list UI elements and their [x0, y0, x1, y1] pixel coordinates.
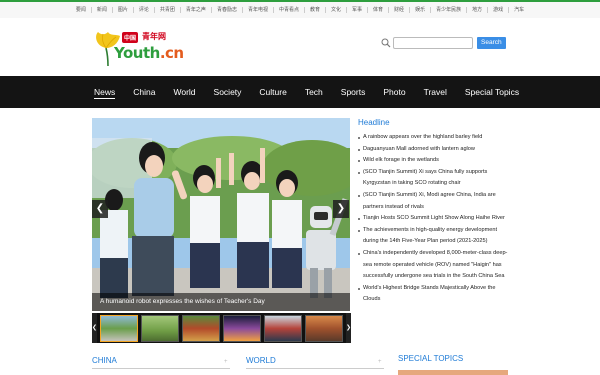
- top-link[interactable]: 图片: [113, 7, 134, 13]
- main-nav: News China World Society Culture Tech Sports Ph…: [0, 76, 600, 108]
- hero-carousel[interactable]: A humanoid robot expresses the wishes of…: [92, 118, 350, 311]
- headline-item[interactable]: The achievements in high-quality energy …: [358, 225, 508, 248]
- top-link[interactable]: 体育: [368, 7, 390, 13]
- nav-item-culture[interactable]: Culture: [259, 76, 286, 108]
- special-topics-banner[interactable]: [398, 370, 508, 375]
- nav-item-sports[interactable]: Sports: [341, 76, 366, 108]
- nav-item-world[interactable]: World: [173, 76, 195, 108]
- china-divider: [92, 368, 230, 369]
- thumbnail[interactable]: [305, 314, 344, 342]
- nav-item-travel[interactable]: Travel: [424, 76, 447, 108]
- top-link[interactable]: 中青看点: [274, 7, 305, 13]
- top-link[interactable]: 青年电视: [243, 7, 274, 13]
- top-link-list: 要闻 新闻 图片 评论 共青团 青年之声 青春励志 青年电视 中青看点 教育 文化 军事 体育 财经 娱乐青…: [0, 2, 600, 18]
- section-title-special-topics[interactable]: SPECIAL TOPICS: [398, 354, 463, 363]
- top-link[interactable]: 新闻: [92, 7, 113, 13]
- carousel-next-button[interactable]: ❯: [333, 200, 349, 218]
- nav-item-special-topics[interactable]: Special Topics: [465, 76, 519, 108]
- section-title-world[interactable]: WORLD: [246, 356, 276, 365]
- headline-item[interactable]: (SCO Tianjin Summit) Xi, Modi agree Chin…: [358, 190, 508, 213]
- headline-panel: Headline A rainbow appears over the high…: [358, 118, 508, 306]
- top-link[interactable]: 青年之声: [181, 7, 212, 13]
- top-link[interactable]: 共青团: [155, 7, 181, 13]
- thumbnail[interactable]: [141, 314, 180, 342]
- nav-item-photo[interactable]: Photo: [383, 76, 405, 108]
- site-header: 中国 青年网 Youth.cn Search: [0, 18, 600, 75]
- china-more-icon[interactable]: +: [224, 359, 228, 365]
- top-link[interactable]: 评论: [134, 7, 155, 13]
- thumbnail-list: [97, 314, 346, 342]
- top-link-bar: 要闻 新闻 图片 评论 共青团 青年之声 青春励志 青年电视 中青看点 教育 文化 军事 体育 财经 娱乐青…: [0, 0, 600, 18]
- headline-item[interactable]: Daguanyuan Mall adorned with lantern agl…: [358, 144, 508, 156]
- hero-caption[interactable]: A humanoid robot expresses the wishes of…: [92, 293, 350, 311]
- thumbnail[interactable]: [223, 314, 262, 342]
- headline-list: A rainbow appears over the highland barl…: [358, 132, 508, 306]
- thumbs-next-button[interactable]: ❯: [346, 313, 352, 343]
- site-logo[interactable]: 中国 青年网 Youth.cn: [92, 28, 184, 72]
- thumbnail[interactable]: [100, 314, 139, 342]
- world-more-icon[interactable]: +: [378, 359, 382, 365]
- top-link[interactable]: 军事: [347, 7, 369, 13]
- nav-item-tech[interactable]: Tech: [305, 76, 323, 108]
- world-divider: [246, 368, 384, 369]
- search-box: Search: [381, 36, 506, 50]
- nav-item-news[interactable]: News: [94, 76, 116, 108]
- logo-cn-text: 青年网: [142, 31, 166, 41]
- headline-item[interactable]: World's Highest Bridge Stands Majestical…: [358, 283, 508, 306]
- nav-item-society[interactable]: Society: [214, 76, 242, 108]
- nav-item-china[interactable]: China: [133, 76, 155, 108]
- headline-item[interactable]: A rainbow appears over the highland barl…: [358, 132, 508, 144]
- headline-item[interactable]: (SCO Tianjin Summit) Xi says China fully…: [358, 167, 508, 190]
- search-input[interactable]: [393, 37, 473, 49]
- main-nav-list: News China World Society Culture Tech Sports Ph…: [94, 76, 537, 108]
- top-link[interactable]: 青少年民族: [431, 7, 468, 13]
- top-link[interactable]: 汽车: [509, 7, 529, 13]
- logo-en-text: Youth.cn: [114, 44, 184, 62]
- thumbnail-strip: ❮ ❯: [92, 313, 352, 343]
- headline-title: Headline: [358, 118, 390, 127]
- logo-en-suffix: .cn: [159, 44, 184, 62]
- search-button[interactable]: Search: [477, 37, 506, 49]
- thumbnail[interactable]: [264, 314, 303, 342]
- carousel-prev-button[interactable]: ❮: [92, 200, 108, 218]
- logo-en-prefix: Y: [114, 44, 124, 62]
- hero-photo: [92, 118, 350, 311]
- headline-item[interactable]: China's independently developed 8,000-me…: [358, 248, 508, 283]
- headline-item[interactable]: Wild elk forage in the wetlands: [358, 155, 508, 167]
- logo-badge: 中国: [122, 32, 139, 43]
- top-link[interactable]: 教育: [305, 7, 326, 13]
- search-icon: [381, 38, 391, 48]
- headline-item[interactable]: Tianjin Hosts SCO Summit Light Show Alon…: [358, 213, 508, 225]
- thumbnail[interactable]: [182, 314, 221, 342]
- top-link[interactable]: 要闻: [71, 7, 92, 13]
- top-link[interactable]: 青春励志: [212, 7, 243, 13]
- top-link[interactable]: 地方: [467, 7, 489, 13]
- section-title-china[interactable]: CHINA: [92, 356, 117, 365]
- top-link[interactable]: 娱乐: [410, 7, 432, 13]
- top-link[interactable]: 游戏: [488, 7, 510, 13]
- top-link[interactable]: 文化: [326, 7, 348, 13]
- logo-en-main: outh: [123, 44, 160, 62]
- top-link[interactable]: 财经: [389, 7, 411, 13]
